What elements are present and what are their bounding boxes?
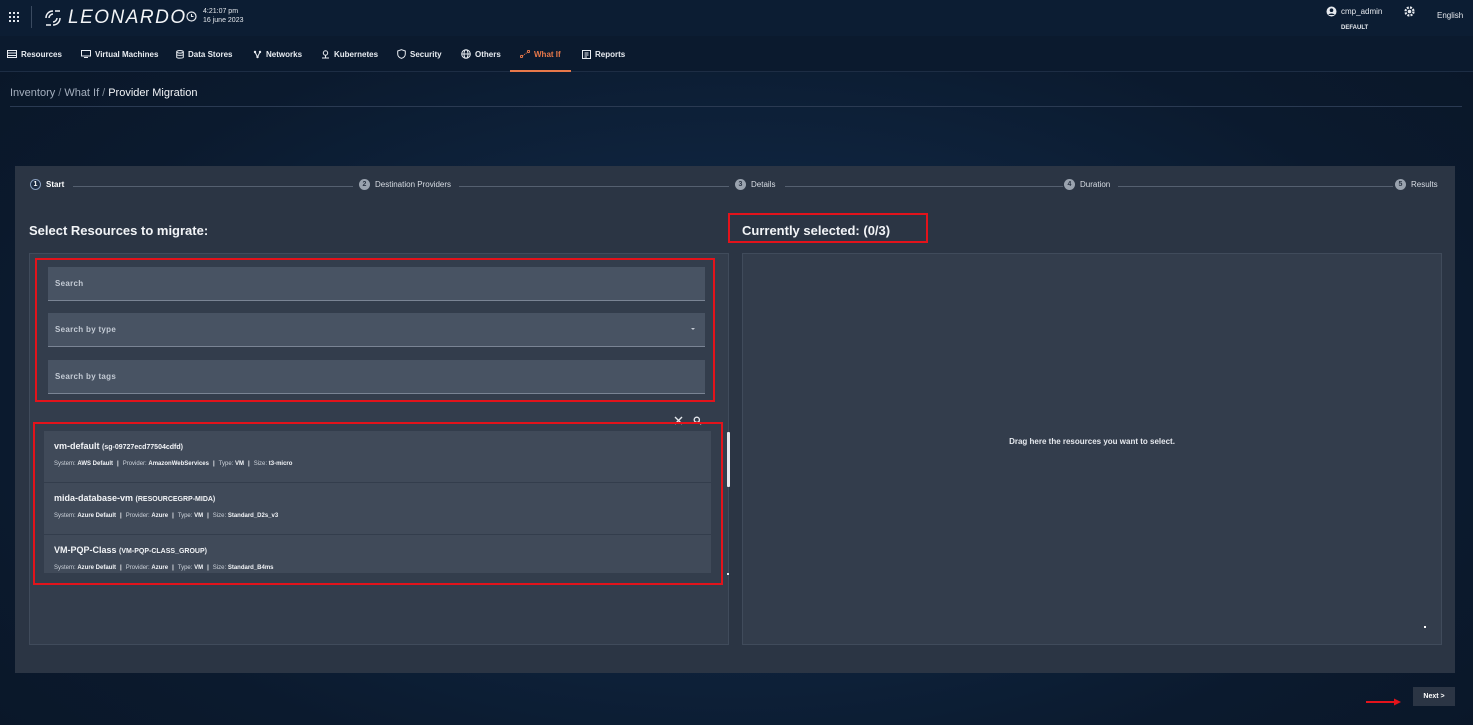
resource-group: (RESOURCEGRP-MIDA) [135, 496, 216, 503]
nav-label: Kubernetes [334, 49, 379, 59]
breadcrumb-current: Provider Migration [108, 87, 198, 99]
scroll-indicator [727, 573, 729, 575]
resource-meta: System: Azure Default | Provider: Azure | Ty… [54, 565, 274, 571]
divider [31, 6, 32, 28]
resource-name: vm-default [54, 441, 100, 451]
step-label: Details [751, 180, 776, 189]
resource-item[interactable]: VM-PQP-Class (VM-PQP-CLASS_GROUP) System… [44, 535, 711, 573]
resource-list: vm-default (sg-09727ecd77504cdfd) System… [44, 431, 711, 573]
nav-label: What If [534, 49, 561, 59]
nav-item-networks[interactable]: Networks [253, 36, 302, 72]
step-start[interactable]: 1 Start [30, 179, 64, 190]
step-connector [73, 186, 353, 187]
resource-meta: System: Azure Default | Provider: Azure | Ty… [54, 513, 279, 519]
nav-item-kubernetes[interactable]: Kubernetes [321, 36, 378, 72]
step-number: 3 [735, 179, 746, 190]
resource-group: (VM-PQP-CLASS_GROUP) [119, 548, 207, 555]
select-resources-title: Select Resources to migrate: [29, 223, 209, 238]
breadcrumb-divider [10, 106, 1462, 107]
type-select[interactable]: Search by type [48, 313, 705, 347]
step-number: 5 [1395, 179, 1406, 190]
resource-item[interactable]: mida-database-vm (RESOURCEGRP-MIDA) Syst… [44, 483, 711, 535]
list-scrollbar[interactable] [727, 432, 730, 487]
nav-item-resources[interactable]: Resources [7, 36, 62, 72]
database-icon [176, 49, 184, 59]
leonardo-logo[interactable]: LEONARDO [44, 7, 187, 29]
step-number: 4 [1064, 179, 1075, 190]
step-label: Destination Providers [375, 180, 452, 189]
arrow-right-icon [1366, 693, 1402, 711]
nav-item-data-stores[interactable]: Data Stores [176, 36, 232, 72]
nav-item-others[interactable]: Others [461, 36, 501, 72]
nav-item-virtual-machines[interactable]: Virtual Machines [81, 36, 158, 72]
top-bar: LEONARDO 4:21:07 pm 16 june 2023 cmp_adm… [0, 0, 1473, 36]
drop-zone-hint: Drag here the resources you want to sele… [1009, 437, 1175, 446]
monitor-icon [81, 50, 91, 58]
shield-icon [397, 49, 406, 59]
report-icon [582, 49, 591, 59]
next-button[interactable]: Next > [1413, 687, 1455, 706]
main-nav: Resources Virtual Machines Data Stores N… [0, 36, 1473, 72]
breadcrumb-what-if[interactable]: What If [64, 87, 99, 99]
nav-item-security[interactable]: Security [397, 36, 442, 72]
resource-meta: System: AWS Default | Provider: AmazonWebS… [54, 461, 293, 467]
network-icon [253, 50, 262, 58]
logo-text: LEONARDO [68, 7, 187, 28]
settings-gear-icon[interactable] [1403, 5, 1416, 23]
clock: 4:21:07 pm 16 june 2023 [186, 7, 243, 25]
breadcrumb-inventory[interactable]: Inventory [10, 87, 55, 99]
nav-label: Data Stores [188, 49, 233, 59]
resource-group: (sg-09727ecd77504cdfd) [102, 444, 183, 451]
tags-input[interactable]: Search by tags [48, 360, 705, 394]
user-avatar-icon [1326, 6, 1337, 17]
step-number: 2 [359, 179, 370, 190]
step-details[interactable]: 3 Details [735, 179, 775, 190]
type-select-placeholder: Search by type [55, 325, 117, 334]
resource-picker: Search Search by type Search by tags vm-… [29, 253, 730, 645]
resize-dot [1424, 626, 1426, 628]
kubernetes-icon [322, 49, 329, 58]
user-name: cmp_admin [1341, 7, 1383, 16]
globe-icon [461, 49, 471, 59]
nav-label: Networks [266, 49, 303, 59]
language-selector[interactable]: English [1437, 11, 1463, 20]
apps-grid-icon[interactable] [9, 12, 19, 22]
tenant-name: DEFAULT [1341, 25, 1369, 31]
search-input[interactable]: Search [48, 267, 705, 301]
nav-label: Security [410, 49, 442, 59]
currently-selected-title: Currently selected: (0/3) [742, 223, 891, 238]
nav-label: Virtual Machines [95, 49, 159, 59]
step-destination-providers[interactable]: 2 Destination Providers [359, 179, 451, 190]
step-duration[interactable]: 4 Duration [1064, 179, 1110, 190]
step-connector [785, 186, 1063, 187]
breadcrumb: Inventory / What If / Provider Migration [10, 87, 198, 99]
leonardo-logo-icon [45, 10, 61, 26]
step-connector [459, 186, 729, 187]
nav-label: Resources [21, 49, 62, 59]
wizard-stepper: 1 Start 2 Destination Providers 3 Detail… [15, 179, 1455, 195]
wizard-panel: 1 Start 2 Destination Providers 3 Detail… [15, 166, 1455, 673]
step-number: 1 [30, 179, 41, 190]
user-menu[interactable]: cmp_admin DEFAULT [1326, 6, 1382, 34]
step-results[interactable]: 5 Results [1395, 179, 1438, 190]
clock-time: 4:21:07 pm [203, 8, 239, 15]
nav-label: Reports [595, 49, 626, 59]
server-rack-icon [7, 50, 17, 58]
clock-date: 16 june 2023 [203, 17, 244, 24]
resource-name: VM-PQP-Class [54, 545, 117, 555]
selected-drop-zone[interactable]: Drag here the resources you want to sele… [742, 253, 1442, 645]
what-if-icon [520, 50, 530, 58]
step-label: Start [46, 180, 65, 189]
resource-item[interactable]: vm-default (sg-09727ecd77504cdfd) System… [44, 431, 711, 483]
nav-item-reports[interactable]: Reports [582, 36, 625, 72]
nav-item-what-if[interactable]: What If [510, 36, 571, 72]
resource-name: mida-database-vm [54, 493, 134, 503]
step-label: Results [1411, 180, 1438, 189]
step-connector [1118, 186, 1393, 187]
caret-down-icon [691, 328, 695, 330]
step-label: Duration [1080, 180, 1111, 189]
clock-icon [186, 10, 197, 22]
nav-label: Others [475, 49, 501, 59]
